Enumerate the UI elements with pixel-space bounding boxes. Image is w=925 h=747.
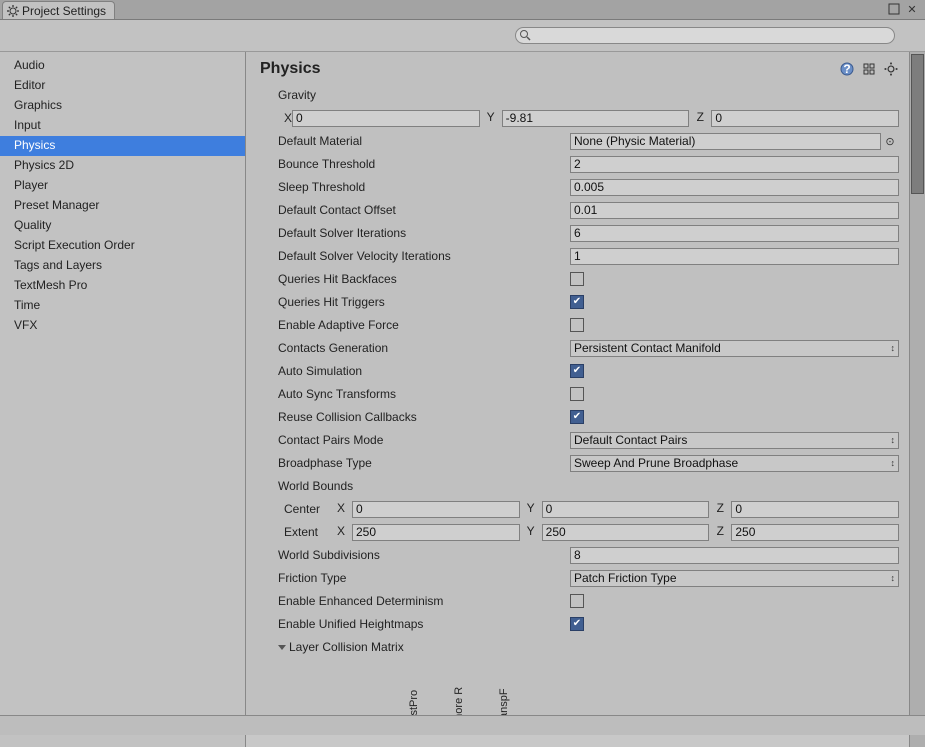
queries-hit-backfaces-checkbox[interactable]: [570, 272, 584, 286]
y-label: Y: [524, 524, 538, 541]
z-label: Z: [713, 524, 727, 541]
bounce-threshold-input[interactable]: [570, 156, 899, 173]
enable-enhanced-determinism-checkbox[interactable]: [570, 594, 584, 608]
foldout-triangle-icon: [278, 645, 286, 650]
center-label: Center: [260, 502, 334, 516]
world-bounds-label: World Bounds: [260, 479, 570, 493]
reuse-collision-callbacks-label: Reuse Collision Callbacks: [260, 410, 570, 424]
default-material-field[interactable]: None (Physic Material): [570, 133, 881, 150]
enable-enhanced-determinism-label: Enable Enhanced Determinism: [260, 594, 570, 608]
layer-collision-matrix-label: Layer Collision Matrix: [289, 640, 404, 654]
center-x-input[interactable]: [352, 501, 520, 518]
sidebar-item-physics-2d[interactable]: Physics 2D: [0, 156, 245, 176]
sidebar-item-vfx[interactable]: VFX: [0, 316, 245, 336]
bounce-threshold-label: Bounce Threshold: [260, 157, 570, 171]
sidebar-item-tags-and-layers[interactable]: Tags and Layers: [0, 256, 245, 276]
gear-icon: [7, 5, 19, 17]
broadphase-type-dropdown[interactable]: Sweep And Prune Broadphase: [570, 455, 899, 472]
enable-unified-heightmaps-checkbox[interactable]: [570, 617, 584, 631]
contacts-generation-label: Contacts Generation: [260, 341, 570, 355]
auto-sync-transforms-checkbox[interactable]: [570, 387, 584, 401]
world-subdivisions-input[interactable]: [570, 547, 899, 564]
sidebar-item-script-execution-order[interactable]: Script Execution Order: [0, 236, 245, 256]
sidebar-item-preset-manager[interactable]: Preset Manager: [0, 196, 245, 216]
enable-unified-heightmaps-label: Enable Unified Heightmaps: [260, 617, 570, 631]
contact-pairs-mode-label: Contact Pairs Mode: [260, 433, 570, 447]
vertical-scrollbar[interactable]: [909, 52, 925, 747]
close-icon[interactable]: ✕: [905, 2, 919, 16]
x-label: X: [334, 524, 348, 541]
gravity-label: Gravity: [260, 88, 570, 102]
settings-icon[interactable]: [883, 61, 899, 77]
auto-simulation-label: Auto Simulation: [260, 364, 570, 378]
contacts-generation-dropdown[interactable]: Persistent Contact Manifold: [570, 340, 899, 357]
dock-icon[interactable]: [887, 2, 901, 16]
preset-icon[interactable]: [861, 61, 877, 77]
scrollbar-thumb[interactable]: [911, 54, 924, 194]
default-solver-iterations-label: Default Solver Iterations: [260, 226, 570, 240]
extent-label: Extent: [260, 525, 334, 539]
queries-hit-triggers-checkbox[interactable]: [570, 295, 584, 309]
enable-adaptive-force-checkbox[interactable]: [570, 318, 584, 332]
extent-x-input[interactable]: [352, 524, 520, 541]
gravity-y-input[interactable]: [502, 110, 690, 127]
y-label: Y: [484, 110, 498, 127]
inspector-panel: Physics ? Gravity X Y: [246, 52, 909, 747]
category-sidebar: AudioEditorGraphicsInputPhysicsPhysics 2…: [0, 52, 246, 747]
search-input[interactable]: [515, 27, 895, 44]
sleep-threshold-label: Sleep Threshold: [260, 180, 570, 194]
y-label: Y: [524, 501, 538, 518]
sidebar-item-editor[interactable]: Editor: [0, 76, 245, 96]
default-solver-iterations-input[interactable]: [570, 225, 899, 242]
panel-title: Physics: [260, 60, 320, 78]
z-label: Z: [713, 501, 727, 518]
queries-hit-triggers-label: Queries Hit Triggers: [260, 295, 570, 309]
svg-text:?: ?: [843, 62, 850, 76]
sidebar-item-time[interactable]: Time: [0, 296, 245, 316]
tab-project-settings[interactable]: Project Settings: [2, 1, 115, 19]
center-z-input[interactable]: [731, 501, 899, 518]
extent-z-input[interactable]: [731, 524, 899, 541]
auto-sync-transforms-label: Auto Sync Transforms: [260, 387, 570, 401]
sleep-threshold-input[interactable]: [570, 179, 899, 196]
sidebar-item-graphics[interactable]: Graphics: [0, 96, 245, 116]
x-label: X: [260, 111, 292, 125]
sidebar-item-player[interactable]: Player: [0, 176, 245, 196]
broadphase-type-label: Broadphase Type: [260, 456, 570, 470]
extent-y-input[interactable]: [542, 524, 710, 541]
default-solver-velocity-input[interactable]: [570, 248, 899, 265]
friction-type-dropdown[interactable]: Patch Friction Type: [570, 570, 899, 587]
sidebar-item-input[interactable]: Input: [0, 116, 245, 136]
default-solver-velocity-label: Default Solver Velocity Iterations: [260, 249, 570, 263]
gravity-x-input[interactable]: [292, 110, 480, 127]
center-y-input[interactable]: [542, 501, 710, 518]
default-contact-offset-input[interactable]: [570, 202, 899, 219]
enable-adaptive-force-label: Enable Adaptive Force: [260, 318, 570, 332]
gravity-z-input[interactable]: [711, 110, 899, 127]
sidebar-item-physics[interactable]: Physics: [0, 136, 245, 156]
contact-pairs-mode-dropdown[interactable]: Default Contact Pairs: [570, 432, 899, 449]
object-picker-icon[interactable]: ⊙: [881, 135, 899, 148]
sidebar-item-audio[interactable]: Audio: [0, 56, 245, 76]
statusbar: [0, 715, 925, 735]
sidebar-item-textmesh-pro[interactable]: TextMesh Pro: [0, 276, 245, 296]
queries-hit-backfaces-label: Queries Hit Backfaces: [260, 272, 570, 286]
search-icon: [519, 29, 532, 42]
z-label: Z: [693, 110, 707, 127]
reuse-collision-callbacks-checkbox[interactable]: [570, 410, 584, 424]
layer-collision-matrix-foldout[interactable]: Layer Collision Matrix: [260, 636, 899, 658]
friction-type-label: Friction Type: [260, 571, 570, 585]
tab-label: Project Settings: [22, 4, 106, 18]
help-icon[interactable]: ?: [839, 61, 855, 77]
default-contact-offset-label: Default Contact Offset: [260, 203, 570, 217]
sidebar-item-quality[interactable]: Quality: [0, 216, 245, 236]
default-material-label: Default Material: [260, 134, 570, 148]
world-subdivisions-label: World Subdivisions: [260, 548, 570, 562]
x-label: X: [334, 501, 348, 518]
auto-simulation-checkbox[interactable]: [570, 364, 584, 378]
